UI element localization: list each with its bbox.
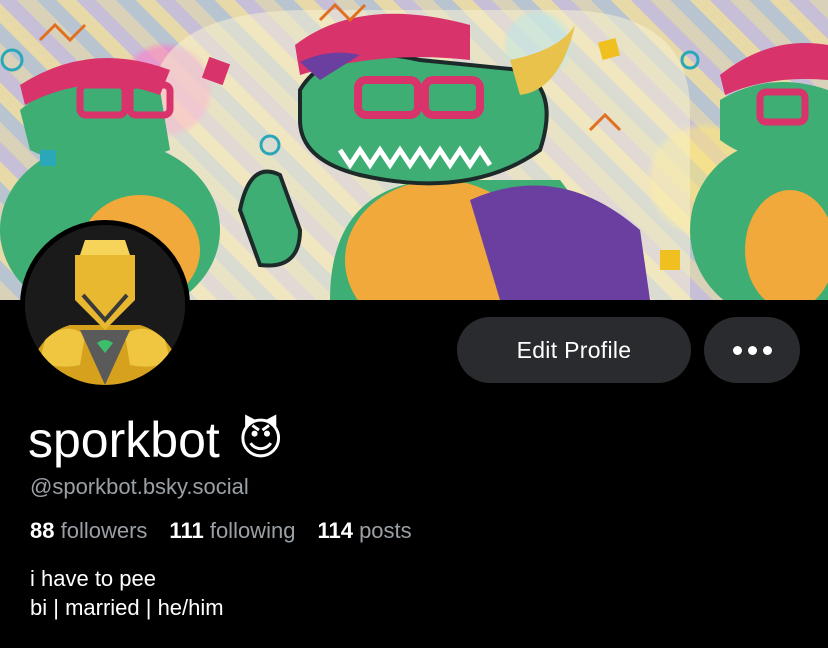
posts-label: posts: [359, 518, 412, 543]
profile-handle: @sporkbot.bsky.social: [30, 474, 249, 499]
more-horizontal-icon: [732, 345, 772, 355]
display-name: sporkbot: [28, 412, 220, 468]
posts-stat: 114 posts: [317, 518, 411, 544]
dino-right: [690, 43, 828, 300]
following-stat[interactable]: 111 following: [169, 518, 295, 544]
followers-count: 88: [30, 518, 55, 543]
followers-stat[interactable]: 88 followers: [30, 518, 147, 544]
edit-profile-button[interactable]: Edit Profile: [457, 317, 691, 383]
bio-line: bi | married | he/him: [30, 595, 224, 620]
bio-line: i have to pee: [30, 566, 156, 591]
following-label: following: [209, 518, 296, 543]
following-count: 111: [169, 518, 204, 543]
avatar[interactable]: [22, 222, 188, 388]
display-name-emoji: 😈: [237, 415, 284, 464]
profile-bio: i have to pee bi | married | he/him: [30, 564, 224, 622]
posts-count: 114: [317, 518, 353, 543]
followers-label: followers: [60, 518, 148, 543]
profile-stats: 88 followers 111 following 114 posts: [30, 518, 412, 544]
avatar-illustration: [25, 225, 185, 385]
more-options-button[interactable]: [704, 317, 800, 383]
display-name-row: sporkbot 😈: [28, 410, 284, 470]
edit-profile-label: Edit Profile: [516, 336, 632, 363]
